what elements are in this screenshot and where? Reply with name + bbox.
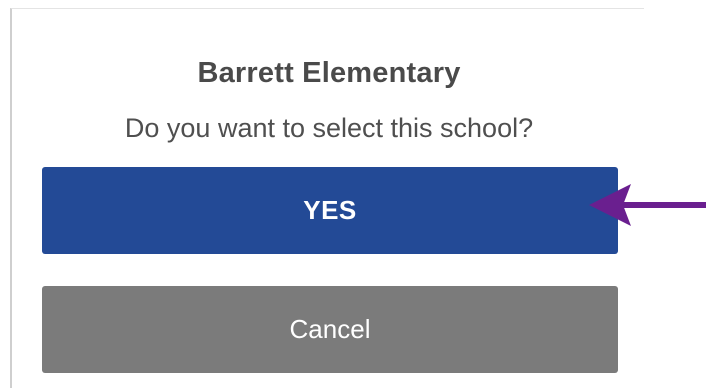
- page: Barrett Elementary Do you want to select…: [0, 0, 706, 388]
- dialog-title: Barrett Elementary: [197, 57, 461, 89]
- school-select-dialog: Barrett Elementary Do you want to select…: [10, 8, 644, 388]
- dialog-message: Do you want to select this school?: [124, 113, 534, 143]
- cancel-button-label: Cancel: [289, 314, 371, 344]
- yes-button[interactable]: YES: [42, 167, 618, 254]
- yes-button-label: YES: [303, 195, 357, 225]
- cancel-button[interactable]: Cancel: [42, 286, 618, 373]
- arrow-left-icon: [589, 184, 706, 226]
